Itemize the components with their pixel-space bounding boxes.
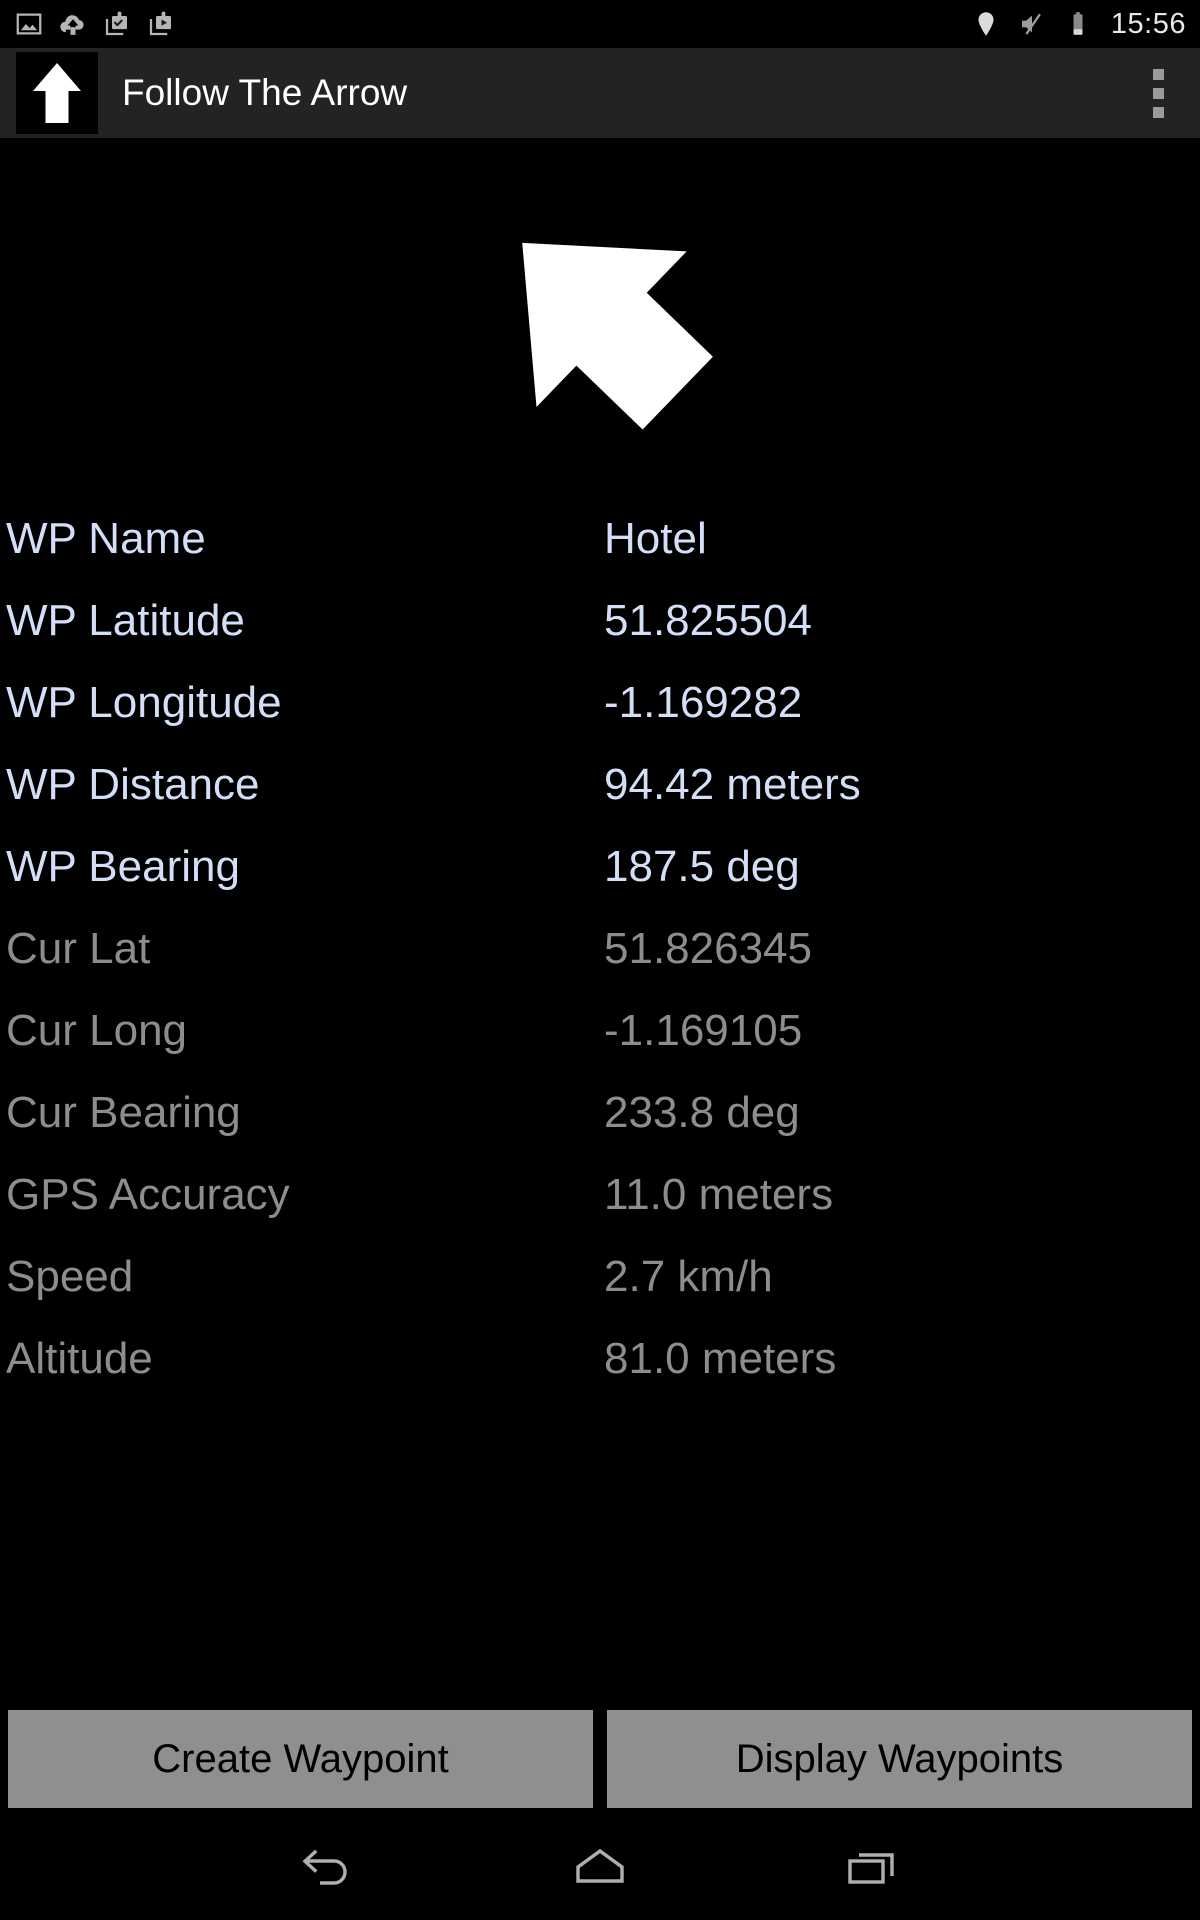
battery-icon [1063, 9, 1093, 39]
backup-check-icon [102, 9, 132, 39]
recents-icon[interactable] [837, 1831, 909, 1903]
waypoint-info-table: WP Name Hotel WP Latitude 51.825504 WP L… [0, 498, 1200, 1710]
direction-arrow-area [0, 138, 1200, 498]
table-row: WP Bearing 187.5 deg [4, 826, 1200, 908]
overflow-menu-icon[interactable] [1130, 53, 1186, 133]
table-row: GPS Accuracy 11.0 meters [4, 1154, 1200, 1236]
screenshot-icon [14, 9, 44, 39]
table-row: Cur Lat 51.826345 [4, 908, 1200, 990]
table-row: WP Distance 94.42 meters [4, 744, 1200, 826]
volume-muted-icon [1017, 9, 1047, 39]
table-row: WP Latitude 51.825504 [4, 580, 1200, 662]
up-arrow-app-icon[interactable] [16, 52, 98, 134]
row-value: 2.7 km/h [604, 1252, 773, 1301]
row-value: 11.0 meters [604, 1170, 834, 1219]
cloud-upload-icon [58, 9, 88, 39]
row-value: -1.169105 [604, 1006, 803, 1055]
row-value: 94.42 meters [604, 760, 861, 809]
status-bar-right-icons: 15:56 [971, 9, 1186, 39]
row-value: -1.169282 [604, 678, 803, 727]
display-waypoints-button[interactable]: Display Waypoints [607, 1710, 1192, 1808]
table-row: Cur Long -1.169105 [4, 990, 1200, 1072]
status-bar-clock: 15:56 [1110, 7, 1186, 40]
row-label: Cur Lat [6, 924, 151, 973]
status-bar-left-icons [14, 9, 176, 39]
row-value: 51.826345 [604, 924, 812, 973]
app-title: Follow The Arrow [122, 72, 408, 113]
row-value: 81.0 meters [604, 1334, 837, 1383]
action-buttons: Create Waypoint Display Waypoints [0, 1710, 1200, 1814]
location-pin-icon [971, 9, 1001, 39]
create-waypoint-button[interactable]: Create Waypoint [8, 1710, 593, 1808]
table-row: Altitude 81.0 meters [4, 1318, 1200, 1400]
table-row: Cur Bearing 233.8 deg [4, 1072, 1200, 1154]
row-label: Speed [6, 1252, 134, 1301]
row-label: GPS Accuracy [6, 1170, 290, 1219]
row-label: Cur Bearing [6, 1088, 241, 1137]
row-value: 233.8 deg [604, 1088, 800, 1137]
row-label: WP Latitude [6, 596, 245, 645]
row-label: WP Distance [6, 760, 260, 809]
android-navigation-bar [0, 1814, 1200, 1920]
row-label: WP Bearing [6, 842, 240, 891]
home-icon[interactable] [564, 1831, 636, 1903]
app-bar: Follow The Arrow [0, 48, 1200, 138]
row-label: WP Name [6, 514, 206, 563]
row-label: WP Longitude [6, 678, 282, 727]
table-row: Speed 2.7 km/h [4, 1236, 1200, 1318]
row-value: 187.5 deg [604, 842, 800, 891]
table-row: WP Longitude -1.169282 [4, 662, 1200, 744]
row-value: 51.825504 [604, 596, 812, 645]
table-row: WP Name Hotel [4, 498, 1200, 580]
back-icon[interactable] [291, 1831, 363, 1903]
row-value: Hotel [604, 514, 707, 563]
row-label: Altitude [6, 1334, 153, 1383]
backup-play-icon [146, 9, 176, 39]
phone-screen: 15:56 Follow The Arrow WP Name Hotel WP … [0, 0, 1200, 1920]
status-bar: 15:56 [0, 0, 1200, 48]
direction-arrow-icon [437, 155, 762, 480]
row-label: Cur Long [6, 1006, 188, 1055]
